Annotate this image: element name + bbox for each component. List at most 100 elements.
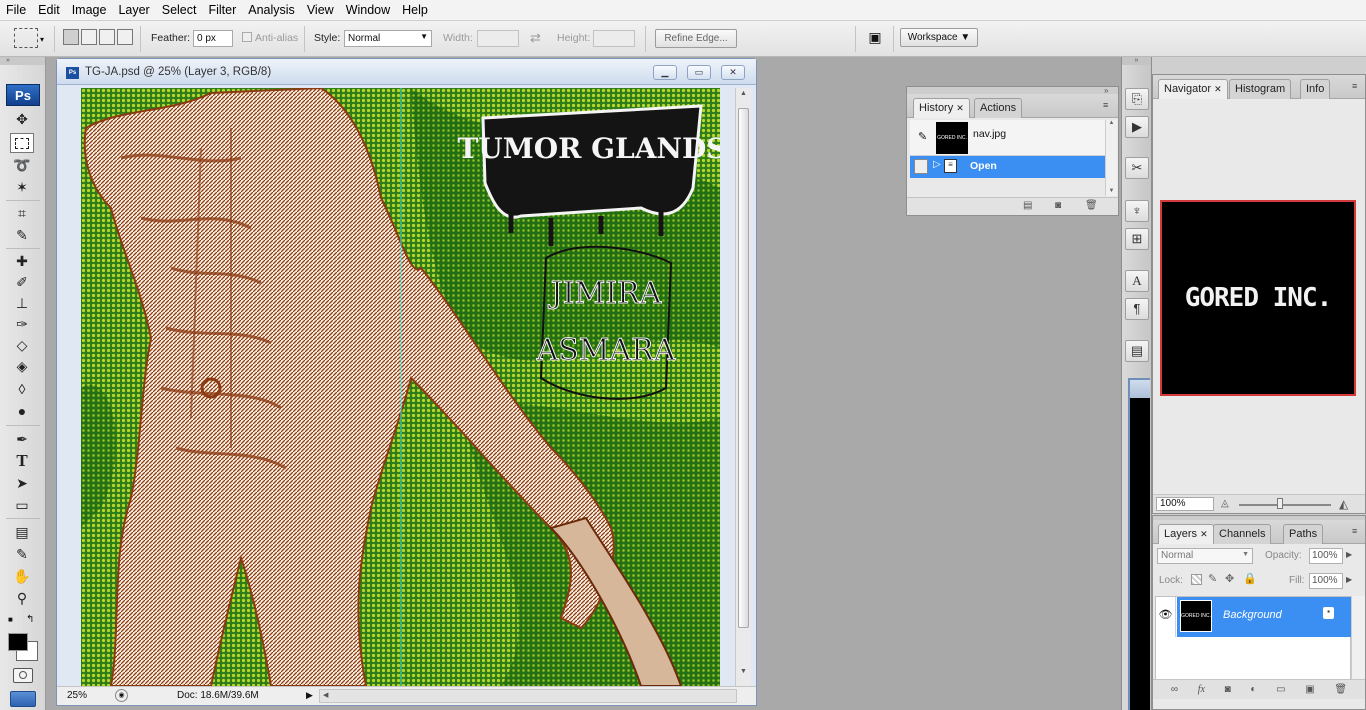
navigator-zoom-input[interactable]: 100%	[1156, 497, 1214, 511]
intersect-selection-icon[interactable]	[117, 29, 133, 45]
notes-tool-icon[interactable]: ▤	[10, 522, 34, 542]
background-window-edge[interactable]	[1128, 378, 1150, 710]
layer-row-background[interactable]: GORED INC. Background ▪	[1177, 597, 1351, 637]
type-tool-icon[interactable]: T	[10, 451, 34, 471]
marquee-tool-icon[interactable]	[10, 133, 34, 153]
add-selection-icon[interactable]	[81, 29, 97, 45]
zoom-level[interactable]: 25%	[67, 690, 87, 701]
menu-window[interactable]: Window	[340, 0, 396, 21]
subtract-selection-icon[interactable]	[99, 29, 115, 45]
history-source-box[interactable]	[914, 159, 928, 174]
document-title-bar[interactable]: Ps TG-JA.psd @ 25% (Layer 3, RGB/8) ▁ ▭ …	[57, 59, 756, 85]
tool-presets-dock-icon[interactable]: ✂	[1125, 157, 1149, 179]
history-step[interactable]: ▷ ≡ Open	[910, 156, 1105, 178]
brush-tool-icon[interactable]: ✐	[10, 272, 34, 292]
tab-navigator[interactable]: Navigator ✕	[1158, 79, 1228, 99]
scroll-up-icon[interactable]: ▲	[1106, 120, 1117, 126]
history-brush-tool-icon[interactable]: ✑	[10, 314, 34, 334]
scroll-up-icon[interactable]: ▲	[737, 90, 750, 102]
hand-tool-icon[interactable]: ✋	[10, 566, 34, 586]
document-canvas[interactable]: TUMOR GLANDS JIMIRA ASMARA	[81, 88, 720, 686]
path-selection-tool-icon[interactable]: ➤	[10, 473, 34, 493]
fill-arrow-icon[interactable]: ▶	[1346, 575, 1352, 584]
status-menu-icon[interactable]: ◉	[115, 689, 128, 702]
group-icon[interactable]: ▭	[1276, 684, 1285, 695]
lock-all-icon[interactable]: 🔒	[1243, 572, 1257, 585]
adjustment-icon[interactable]: ◐	[1250, 684, 1256, 695]
feather-input[interactable]: 0 px	[193, 30, 233, 47]
move-tool-icon[interactable]: ✥	[10, 109, 34, 129]
workspace-button[interactable]: Workspace ▼	[900, 28, 978, 47]
default-colors-icon[interactable]: ■	[8, 615, 13, 624]
horizontal-scrollbar[interactable]: ◀	[319, 689, 737, 703]
width-input[interactable]	[477, 30, 519, 47]
menu-select[interactable]: Select	[156, 0, 203, 21]
layer-comps-dock-icon[interactable]: ▤	[1125, 340, 1149, 362]
new-selection-icon[interactable]	[63, 29, 79, 45]
panel-menu-icon[interactable]: ≡	[1352, 526, 1357, 536]
character-dock-icon[interactable]: A	[1125, 270, 1149, 292]
blend-mode-select[interactable]: Normal ▼	[1157, 548, 1253, 564]
zoom-slider-thumb[interactable]	[1277, 498, 1283, 509]
brushes-dock-icon[interactable]: ♆	[1125, 200, 1149, 222]
status-arrow-icon[interactable]: ▶	[306, 690, 313, 701]
new-layer-icon[interactable]: ▣	[1305, 684, 1314, 695]
eraser-tool-icon[interactable]: ◇	[10, 335, 34, 355]
layers-scrollbar[interactable]	[1351, 596, 1365, 686]
vertical-scrollbar[interactable]: ▲ ▼	[735, 88, 751, 686]
close-icon[interactable]: ✕	[956, 103, 964, 113]
quick-mask-icon[interactable]	[13, 668, 33, 683]
mask-icon[interactable]: ◙	[1225, 684, 1231, 695]
tools-collapse-icon[interactable]: »	[0, 57, 45, 65]
pen-tool-icon[interactable]: ✒	[10, 429, 34, 449]
dodge-tool-icon[interactable]: ●	[10, 401, 34, 421]
menu-layer[interactable]: Layer	[112, 0, 155, 21]
antialias-checkbox[interactable]	[242, 32, 252, 42]
blur-tool-icon[interactable]: ◊	[10, 379, 34, 399]
actions-dock-icon[interactable]: ▶	[1125, 116, 1149, 138]
link-icon[interactable]: ∞	[1171, 684, 1178, 695]
navigator-preview[interactable]: GORED INC.	[1160, 200, 1356, 396]
zoom-out-icon[interactable]: ◬	[1221, 498, 1229, 509]
zoom-slider-track[interactable]	[1239, 504, 1331, 506]
menu-help[interactable]: Help	[396, 0, 434, 21]
paragraph-dock-icon[interactable]: ¶	[1125, 298, 1149, 320]
close-icon[interactable]: ✕	[1200, 529, 1208, 539]
opacity-arrow-icon[interactable]: ▶	[1346, 550, 1352, 559]
marquee-preset-icon[interactable]	[14, 28, 38, 48]
swap-icon[interactable]: ⇄	[530, 30, 541, 46]
menu-analysis[interactable]: Analysis	[242, 0, 301, 21]
zoom-in-icon[interactable]: ◭	[1339, 497, 1348, 511]
dock-collapse-icon[interactable]: »	[1122, 57, 1151, 65]
menu-file[interactable]: File	[0, 0, 32, 21]
menu-view[interactable]: View	[301, 0, 340, 21]
menu-edit[interactable]: Edit	[32, 0, 66, 21]
lock-pixels-icon[interactable]: ✎	[1208, 572, 1217, 585]
style-select[interactable]: Normal ▼	[344, 30, 432, 47]
tab-info[interactable]: Info	[1300, 79, 1331, 99]
trash-icon[interactable]: 🗑	[1334, 684, 1347, 695]
new-document-from-state-icon[interactable]: ▤	[1023, 200, 1032, 211]
history-snapshot[interactable]: ✎ GORED INC. nav.jpg	[910, 120, 1105, 156]
layer-name[interactable]: Background	[1223, 609, 1282, 621]
clone-stamp-tool-icon[interactable]: ⊥	[10, 293, 34, 313]
foreground-color-swatch[interactable]	[8, 633, 28, 651]
lasso-tool-icon[interactable]: ➰	[10, 155, 34, 175]
history-brush-source-icon[interactable]: ✎	[918, 130, 932, 144]
tab-actions[interactable]: Actions	[974, 98, 1023, 118]
tab-paths[interactable]: Paths	[1283, 524, 1324, 544]
lock-transparency-icon[interactable]	[1191, 574, 1202, 585]
history-dock-icon[interactable]: ⎘	[1125, 88, 1149, 110]
close-button[interactable]: ✕	[721, 65, 745, 80]
panel-menu-icon[interactable]: ≡	[1103, 100, 1108, 110]
paint-bucket-tool-icon[interactable]: ◈	[10, 356, 34, 376]
lock-position-icon[interactable]: ✥	[1225, 572, 1234, 585]
fx-icon[interactable]: fx	[1198, 684, 1205, 695]
menu-filter[interactable]: Filter	[202, 0, 242, 21]
minimize-button[interactable]: ▁	[653, 65, 677, 80]
restore-button[interactable]: ▭	[687, 65, 711, 80]
menu-image[interactable]: Image	[66, 0, 113, 21]
screen-mode-icon[interactable]	[10, 691, 36, 707]
trash-icon[interactable]: 🗑	[1085, 200, 1098, 211]
clone-source-dock-icon[interactable]: ⊞	[1125, 228, 1149, 250]
